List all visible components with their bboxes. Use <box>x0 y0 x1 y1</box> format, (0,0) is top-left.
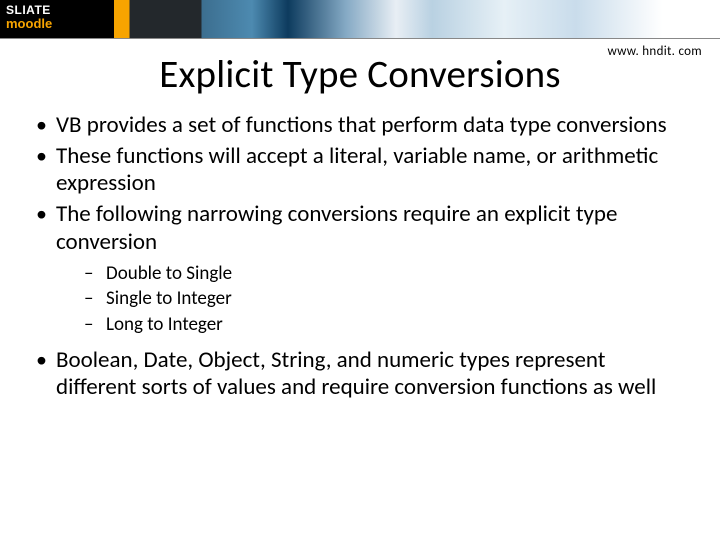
bullet-list: VB provides a set of functions that perf… <box>30 112 690 401</box>
sub-bullet-item: Single to Integer <box>84 287 690 311</box>
bullet-text: The following narrowing conversions requ… <box>56 200 617 255</box>
sub-bullet-list: Double to Single Single to Integer Long … <box>56 262 690 337</box>
bullet-item: These functions will accept a literal, v… <box>30 143 690 197</box>
logo-line1: SLIATE <box>6 4 108 16</box>
source-url: www. hndit. com <box>607 44 702 59</box>
bullet-item: The following narrowing conversions requ… <box>30 201 690 337</box>
slide-body: VB provides a set of functions that perf… <box>0 112 720 401</box>
banner: SLIATE moodle <box>0 0 720 39</box>
logo: SLIATE moodle <box>0 0 120 38</box>
sub-bullet-item: Long to Integer <box>84 313 690 337</box>
logo-line2: moodle <box>6 17 108 30</box>
sub-bullet-item: Double to Single <box>84 262 690 286</box>
slide: SLIATE moodle www. hndit. com Explicit T… <box>0 0 720 540</box>
bullet-item: Boolean, Date, Object, String, and numer… <box>30 347 690 401</box>
bullet-item: VB provides a set of functions that perf… <box>30 112 690 139</box>
